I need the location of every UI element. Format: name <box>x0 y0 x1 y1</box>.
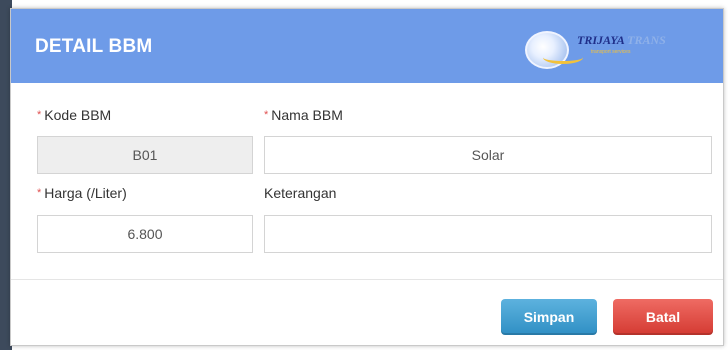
swoosh-icon <box>543 51 583 64</box>
required-asterisk: * <box>264 109 269 121</box>
company-logo: TRIJAYA TRANS transport services <box>525 25 715 71</box>
nama-bbm-label: * Nama BBM <box>264 107 343 123</box>
keterangan-field[interactable] <box>264 215 712 253</box>
logo-wordmark: TRIJAYA TRANS <box>577 33 666 47</box>
nama-bbm-field[interactable] <box>264 136 712 174</box>
required-asterisk: * <box>37 109 42 121</box>
dialog-title: DETAIL BBM <box>35 36 153 57</box>
required-asterisk: * <box>37 187 42 199</box>
save-button[interactable]: Simpan <box>501 299 597 335</box>
kode-bbm-field[interactable] <box>37 136 253 174</box>
dialog-header: DETAIL BBM TRIJAYA TRANS transport servi… <box>11 9 723 83</box>
logo-tagline: transport services <box>591 49 631 55</box>
harga-field[interactable] <box>37 215 253 253</box>
footer-divider <box>11 279 723 280</box>
harga-label: * Harga (/Liter) <box>37 185 127 201</box>
kode-bbm-label: * Kode BBM <box>37 107 112 123</box>
cancel-button[interactable]: Batal <box>613 299 713 335</box>
keterangan-label: Keterangan <box>264 185 337 201</box>
detail-bbm-dialog: DETAIL BBM TRIJAYA TRANS transport servi… <box>10 8 724 346</box>
